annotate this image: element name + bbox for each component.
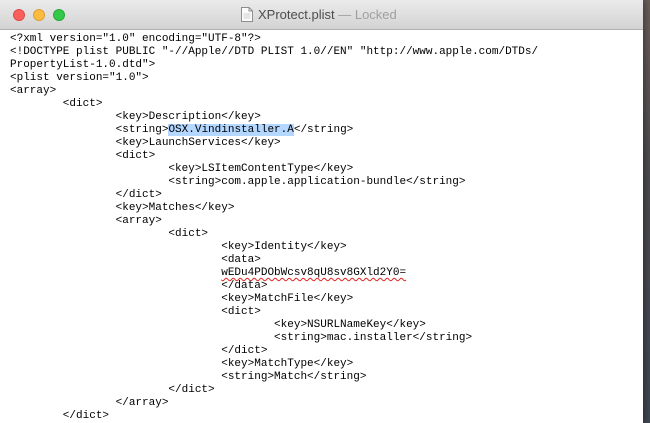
text-line: </dict> xyxy=(10,345,268,357)
title-separator: — xyxy=(338,7,352,22)
text-line-with-spelling-error: wEDu4PDObWcsv8qU8sv8GXld2Y0= xyxy=(10,267,538,280)
close-button[interactable] xyxy=(13,9,25,21)
text-line: </dict> xyxy=(10,189,162,201)
selected-text[interactable]: OSX.Vindinstaller.A xyxy=(168,124,294,136)
text-line: <key>Matches</key> xyxy=(10,202,235,214)
text-line: </data> xyxy=(10,280,268,292)
text-line: <array> xyxy=(10,215,162,227)
text-line: <!DOCTYPE plist PUBLIC "-//Apple//DTD PL… xyxy=(10,46,539,58)
text-editor-window: XProtect.plist — Locked <?xml version="1… xyxy=(0,0,643,423)
text-line: <dict> xyxy=(10,150,156,162)
text-line: <key>MatchFile</key> xyxy=(10,293,354,305)
text-line: <key>LaunchServices</key> xyxy=(10,137,281,149)
line-suffix: </string> xyxy=(293,124,354,136)
text-line: <string>Match</string> xyxy=(10,371,367,383)
text-line: <string>mac.installer</string> xyxy=(10,332,473,344)
text-editing-area[interactable]: <?xml version="1.0" encoding="UTF-8"?> <… xyxy=(0,30,643,423)
window-title: XProtect.plist — Locked xyxy=(258,7,397,23)
text-line: </dict> xyxy=(10,384,215,396)
document-text[interactable]: <?xml version="1.0" encoding="UTF-8"?> <… xyxy=(10,33,538,423)
text-line: <key>Identity</key> xyxy=(10,241,347,253)
text-line: <key>NSURLNameKey</key> xyxy=(10,319,426,331)
text-line: <data> xyxy=(10,254,261,266)
text-line: <key>LSItemContentType</key> xyxy=(10,163,354,175)
text-line: <dict> xyxy=(10,98,103,110)
text-line-with-selection: <string>OSX.Vindinstaller.A</string> xyxy=(10,124,538,137)
text-line: <?xml version="1.0" encoding="UTF-8"?> xyxy=(10,33,261,45)
line-prefix: <string> xyxy=(10,124,169,136)
text-line: </array> xyxy=(10,397,169,409)
locked-status: Locked xyxy=(354,7,397,22)
text-line: <dict> xyxy=(10,228,209,240)
document-name: XProtect.plist xyxy=(258,7,335,22)
text-line: <array> xyxy=(10,85,57,97)
line-prefix xyxy=(10,267,221,279)
document-icon[interactable] xyxy=(241,7,253,22)
misspelled-word[interactable]: wEDu4PDObWcsv8qU8sv8GXld2Y0= xyxy=(221,267,406,279)
text-line: </dict> xyxy=(10,410,110,422)
minimize-button[interactable] xyxy=(33,9,45,21)
title-bar[interactable]: XProtect.plist — Locked xyxy=(0,0,643,30)
text-line: <plist version="1.0"> xyxy=(10,72,149,84)
text-line: <key>Description</key> xyxy=(10,111,261,123)
text-line: <key>MatchType</key> xyxy=(10,358,354,370)
text-line: <string>com.apple.application-bundle</st… xyxy=(10,176,466,188)
text-line: PropertyList-1.0.dtd"> xyxy=(10,59,156,71)
text-line: <dict> xyxy=(10,306,261,318)
zoom-button[interactable] xyxy=(53,9,65,21)
